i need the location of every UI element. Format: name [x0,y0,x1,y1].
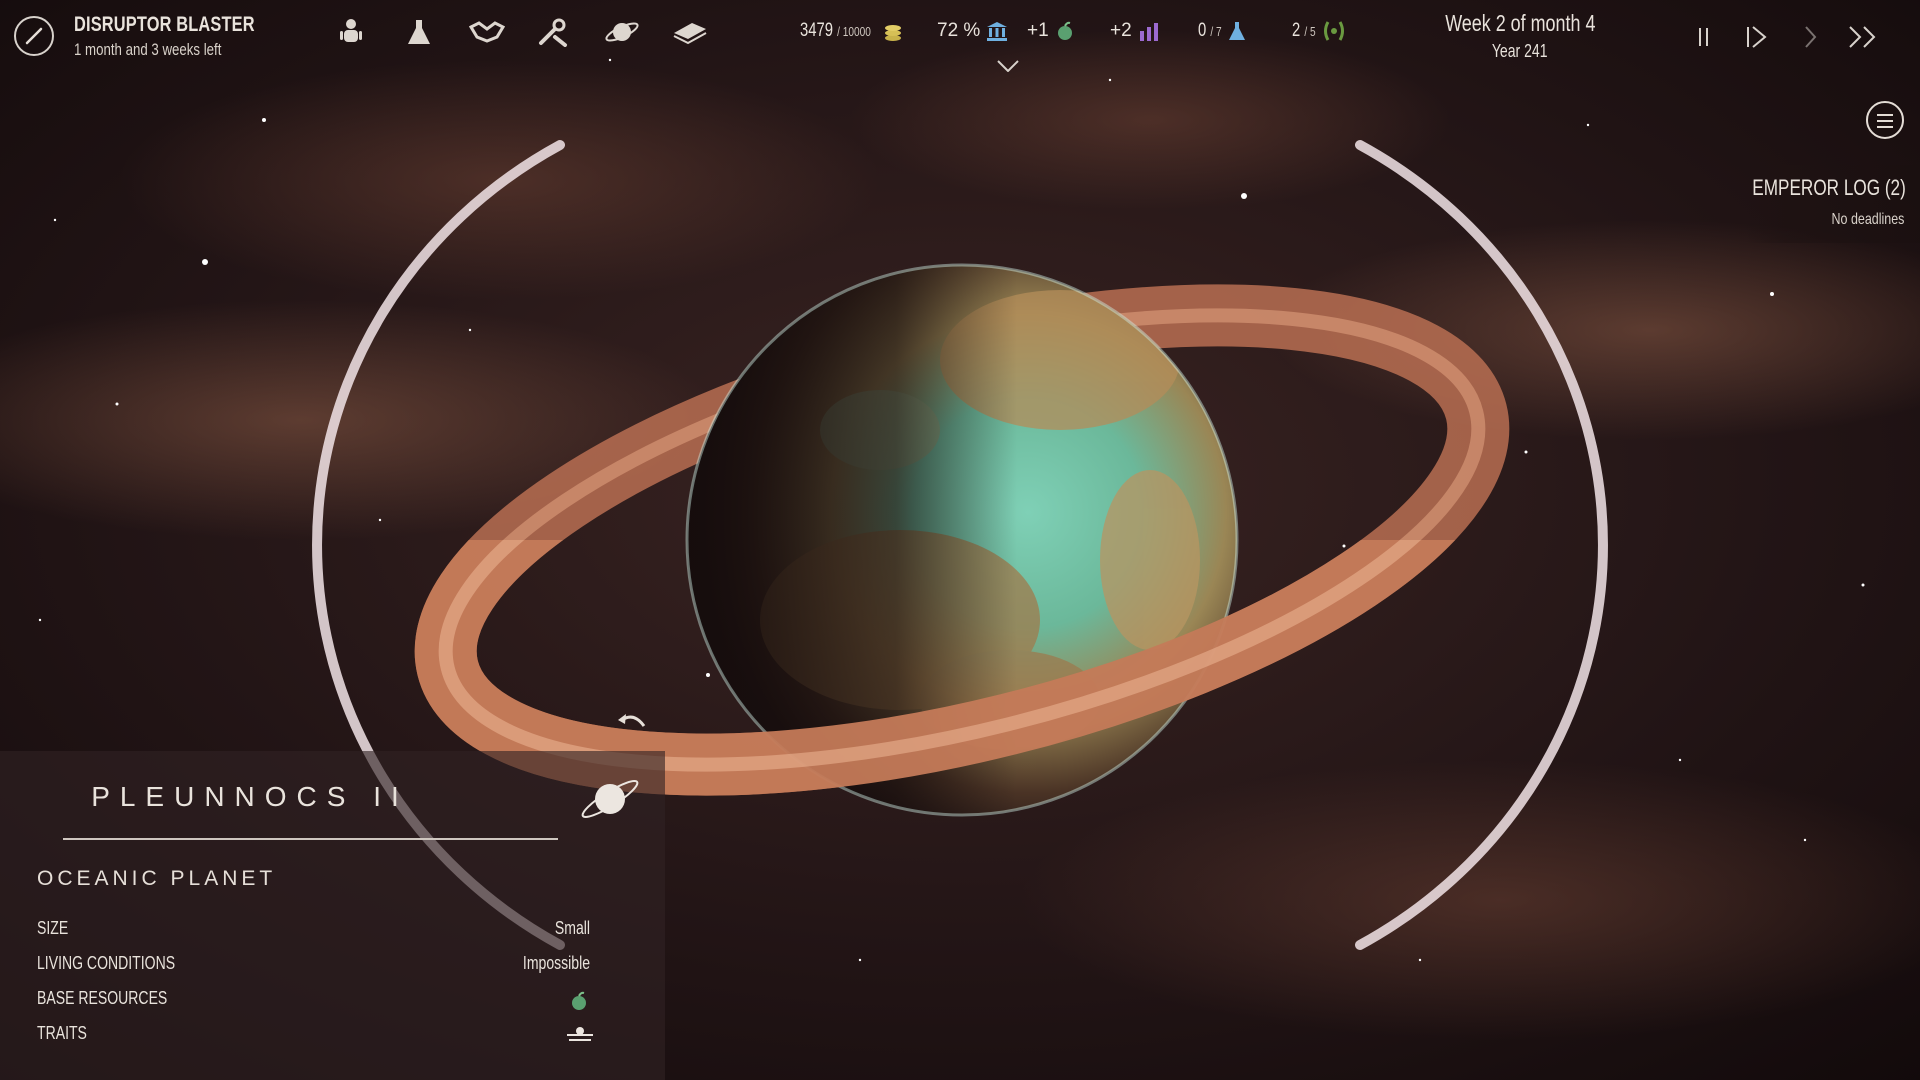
ring-trait-icon[interactable] [565,1023,595,1045]
influence-resource[interactable]: 2 / 5 [1292,20,1346,42]
pause-button[interactable] [1686,22,1722,52]
date-year: Year 241 [1492,41,1548,61]
approval-resource[interactable]: 72 % [937,20,1008,42]
living-conditions-label: LIVING CONDITIONS [37,953,176,973]
food-resource[interactable]: +1 [1027,20,1075,42]
coins-icon [884,25,901,41]
government-building-icon [987,22,1008,41]
planet-name: PLEUNNOCS II [91,781,409,812]
traits-label: TRAITS [37,1023,87,1043]
base-resources-label: BASE RESOURCES [37,988,168,1008]
back-arrow-icon[interactable] [614,708,650,732]
date-week: Week 2 of month 4 [1444,10,1596,36]
industry-chart-icon [1139,23,1158,41]
size-label: SIZE [37,918,69,938]
planet-info-panel: PLEUNNOCS II OCEANIC PLANET SIZE Small L… [0,751,665,1080]
population-icon[interactable] [331,14,371,50]
codex-book-icon[interactable] [670,14,710,50]
research-resource[interactable]: 0 / 7 [1198,20,1246,42]
food-apple-icon [1057,21,1072,40]
living-conditions-value: Impossible [522,953,590,973]
size-value: Small [554,918,590,938]
main-menu-button[interactable] [1866,101,1904,139]
play-slow-button[interactable] [1738,22,1774,52]
build-tools-icon[interactable] [533,14,573,50]
ship-time-left: 1 month and 3 weeks left [74,40,222,59]
laurel-wreath-icon [1324,21,1345,41]
emperor-log[interactable]: EMPEROR LOG (2) No deadlines [1746,165,1920,243]
play-fast-button[interactable] [1845,22,1881,52]
emperor-log-subtitle: No deadlines [1831,211,1904,228]
science-flask-icon [1229,22,1246,40]
ship-progress-icon[interactable] [14,16,54,56]
credits-resource[interactable]: 3479 / 10000 [800,20,903,42]
top-bar: DISRUPTOR BLASTER 1 month and 3 weeks le… [0,0,1920,80]
divider [63,838,558,840]
research-flask-icon[interactable] [399,14,439,50]
planet-ring-icon [581,780,639,818]
planet-ring-icon[interactable] [602,14,642,50]
planet-type: OCEANIC PLANET [37,867,277,890]
play-normal-button[interactable] [1792,22,1828,52]
emperor-log-title: EMPEROR LOG (2) [1752,175,1906,200]
expand-chevron-icon[interactable] [997,60,1019,72]
ship-name[interactable]: DISRUPTOR BLASTER [74,13,306,37]
diplomacy-handshake-icon[interactable] [467,14,507,50]
industry-resource[interactable]: +2 [1110,20,1160,42]
food-apple-icon[interactable] [569,991,589,1011]
